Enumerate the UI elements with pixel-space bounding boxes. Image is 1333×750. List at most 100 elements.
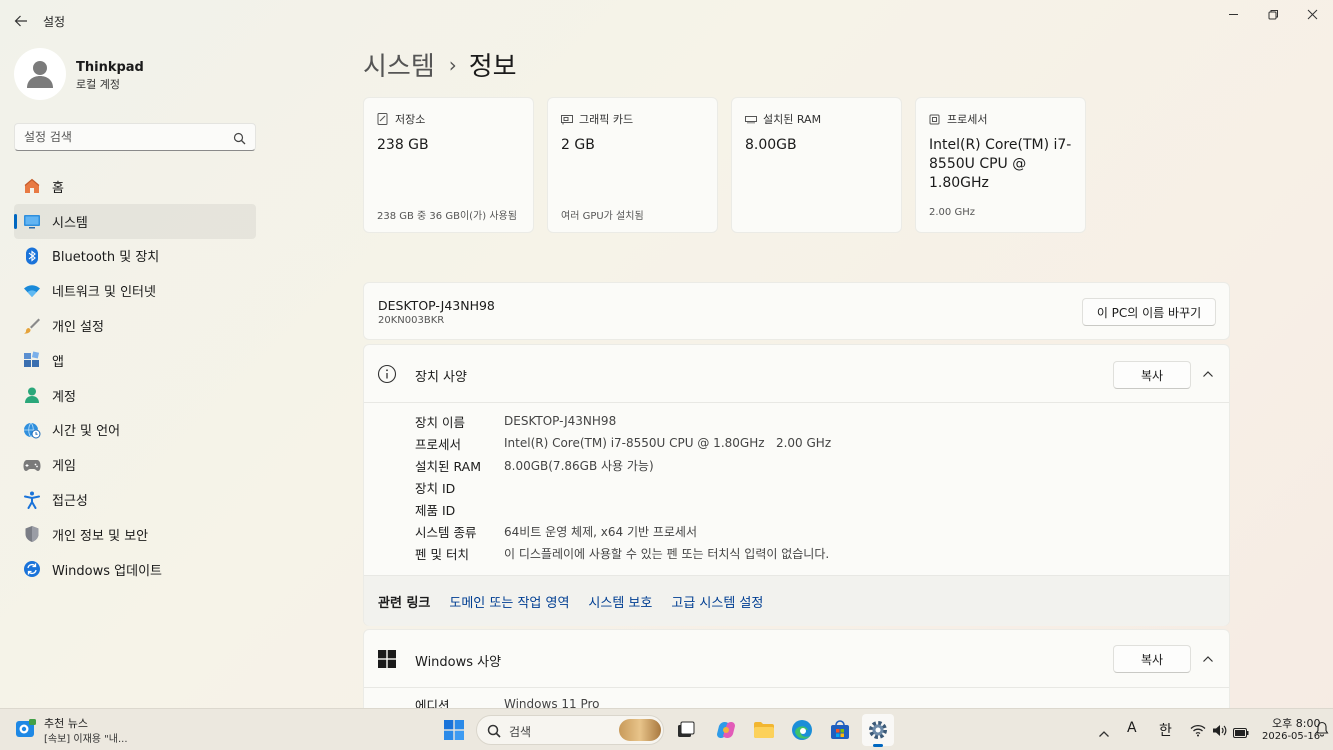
spec-key: 설치된 RAM (415, 458, 481, 474)
sidebar-item-personalization[interactable]: 개인 설정 (14, 308, 256, 343)
wifi-icon[interactable] (1190, 722, 1206, 741)
spec-key: 프로세서 (415, 436, 462, 452)
graphics-card-card[interactable]: 그래픽 카드 2 GB 여러 GPU가 설치됨 (547, 97, 718, 233)
font-indicator[interactable]: A (1127, 720, 1137, 736)
card-label: 저장소 (395, 113, 426, 126)
sidebar-item-system[interactable]: 시스템 (14, 203, 256, 239)
sidebar-item-privacy[interactable]: 개인 정보 및 보안 (14, 517, 256, 552)
brush-icon (22, 316, 42, 336)
notification-bell-icon[interactable] (1315, 721, 1329, 741)
spec-row: 에디션 Windows 11 Pro (415, 693, 600, 708)
copy-windows-spec-button[interactable]: 복사 (1113, 645, 1191, 673)
spec-row: 프로세서 Intel(R) Core(TM) i7-8550U CPU @ 1.… (415, 432, 831, 454)
restore-button[interactable] (1253, 2, 1293, 26)
news-title[interactable]: 추천 뉴스 (44, 715, 88, 731)
volume-icon[interactable] (1212, 722, 1228, 741)
spec-key: 제품 ID (415, 502, 456, 518)
copy-device-spec-button[interactable]: 복사 (1113, 361, 1191, 389)
app-title: 설정 (43, 15, 66, 29)
sidebar-item-gaming[interactable]: 게임 (14, 447, 256, 482)
search-icon[interactable] (233, 130, 246, 149)
back-arrow-icon (14, 15, 27, 27)
news-widget-icon[interactable] (14, 717, 38, 741)
windows-logo-icon (377, 649, 397, 669)
close-button[interactable] (1292, 2, 1332, 26)
sidebar-item-network[interactable]: 네트워크 및 인터넷 (14, 273, 256, 308)
link-domain-workgroup[interactable]: 도메인 또는 작업 영역 (449, 592, 569, 611)
ram-card[interactable]: 설치된 RAM 8.00GB (731, 97, 902, 233)
spec-value: Windows 11 Pro (504, 697, 600, 708)
windows-spec-header[interactable]: Windows 사양 복사 (364, 630, 1229, 688)
windows-start-icon (444, 720, 464, 740)
sidebar-item-accounts[interactable]: 계정 (14, 378, 256, 413)
sidebar-item-label: 네트워크 및 인터넷 (52, 285, 156, 301)
search-input[interactable] (15, 124, 225, 150)
spec-row: 장치 이름 DESKTOP-J43NH98 (415, 410, 616, 432)
settings-search[interactable] (14, 123, 256, 151)
spec-value: 8.00GB(7.86GB 사용 가능) (504, 458, 654, 473)
device-spec-panel: 장치 사양 복사 장치 이름 DESKTOP-J43NH98 프로세서 Inte… (363, 344, 1230, 626)
rename-pc-button[interactable]: 이 PC의 이름 바꾸기 (1082, 298, 1216, 326)
device-spec-header[interactable]: 장치 사양 복사 (364, 345, 1229, 403)
task-view-button[interactable] (670, 714, 702, 746)
related-links-title: 관련 링크 (378, 595, 431, 611)
battery-icon[interactable] (1233, 723, 1249, 742)
sidebar-item-accessibility[interactable]: 접근성 (14, 482, 256, 517)
back-button[interactable] (10, 10, 32, 32)
update-icon (22, 559, 42, 579)
spec-key: 장치 ID (415, 480, 456, 496)
user-profile[interactable]: Thinkpad 로컬 계정 (14, 48, 264, 102)
accessibility-icon (22, 490, 42, 510)
processor-icon (929, 113, 941, 125)
sidebar-item-label: 시스템 (52, 215, 88, 231)
spec-value: DESKTOP-J43NH98 (504, 414, 617, 428)
sidebar-item-label: 앱 (52, 354, 64, 370)
avatar (14, 48, 66, 100)
card-sub: 238 GB 중 36 GB이(가) 사용됨 (377, 211, 517, 222)
clock-time[interactable]: 오후 8:00 (1272, 715, 1320, 731)
task-view-icon (678, 721, 695, 737)
minimize-button[interactable] (1213, 2, 1253, 26)
sidebar-item-bluetooth[interactable]: Bluetooth 및 장치 (14, 239, 256, 274)
apps-icon (22, 350, 42, 370)
breadcrumb-parent[interactable]: 시스템 (363, 46, 435, 83)
chevron-up-icon[interactable] (1201, 652, 1215, 666)
sidebar-item-home[interactable]: 홈 (14, 169, 256, 204)
home-icon (22, 176, 42, 196)
spec-row: 설치된 RAM 8.00GB(7.86GB 사용 가능) (415, 454, 654, 476)
ime-indicator[interactable]: 한 (1159, 720, 1172, 740)
sidebar-item-label: 게임 (52, 459, 76, 475)
clock-date[interactable]: 2026-05-16 (1262, 731, 1320, 742)
pc-name: DESKTOP-J43NH98 (378, 298, 495, 313)
pc-name-panel: DESKTOP-J43NH98 20KN003BKR 이 PC의 이름 바꾸기 (363, 282, 1230, 340)
link-advanced-system-settings[interactable]: 고급 시스템 설정 (671, 592, 763, 611)
taskbar-search[interactable]: 검색 (476, 715, 664, 745)
start-button[interactable] (438, 714, 470, 746)
edge-button[interactable] (786, 714, 818, 746)
news-headline[interactable]: [속보] 이재용 "내... (44, 730, 128, 745)
store-button[interactable] (824, 714, 856, 746)
file-explorer-button[interactable] (748, 714, 780, 746)
copilot-icon (717, 721, 735, 739)
card-label: 그래픽 카드 (579, 113, 634, 126)
sidebar-item-label: 접근성 (52, 494, 88, 510)
storage-card[interactable]: 저장소 238 GB 238 GB 중 36 GB이(가) 사용됨 (363, 97, 534, 233)
sidebar-item-time-language[interactable]: 시간 및 언어 (14, 413, 256, 448)
chevron-up-icon[interactable] (1201, 367, 1215, 381)
info-icon (377, 364, 397, 384)
card-label: 프로세서 (947, 113, 988, 126)
account-icon (22, 385, 42, 405)
chevron-up-icon[interactable] (1098, 723, 1110, 742)
processor-card[interactable]: 프로세서 Intel(R) Core(TM) i7-8550U CPU @ 1.… (915, 97, 1086, 233)
sidebar-item-label: 홈 (52, 180, 64, 196)
title-bar: 설정 (0, 0, 1333, 40)
ram-icon (745, 113, 757, 125)
storage-icon (377, 113, 389, 125)
sidebar-item-windows-update[interactable]: Windows 업데이트 (14, 552, 256, 587)
copilot-button[interactable] (710, 714, 742, 746)
link-system-protection[interactable]: 시스템 보호 (588, 592, 652, 611)
sidebar-item-label: 계정 (52, 389, 76, 405)
sidebar-item-apps[interactable]: 앱 (14, 343, 256, 378)
settings-app-button[interactable] (862, 714, 894, 747)
spec-value: 64비트 운영 체제, x64 기반 프로세서 (504, 524, 698, 539)
